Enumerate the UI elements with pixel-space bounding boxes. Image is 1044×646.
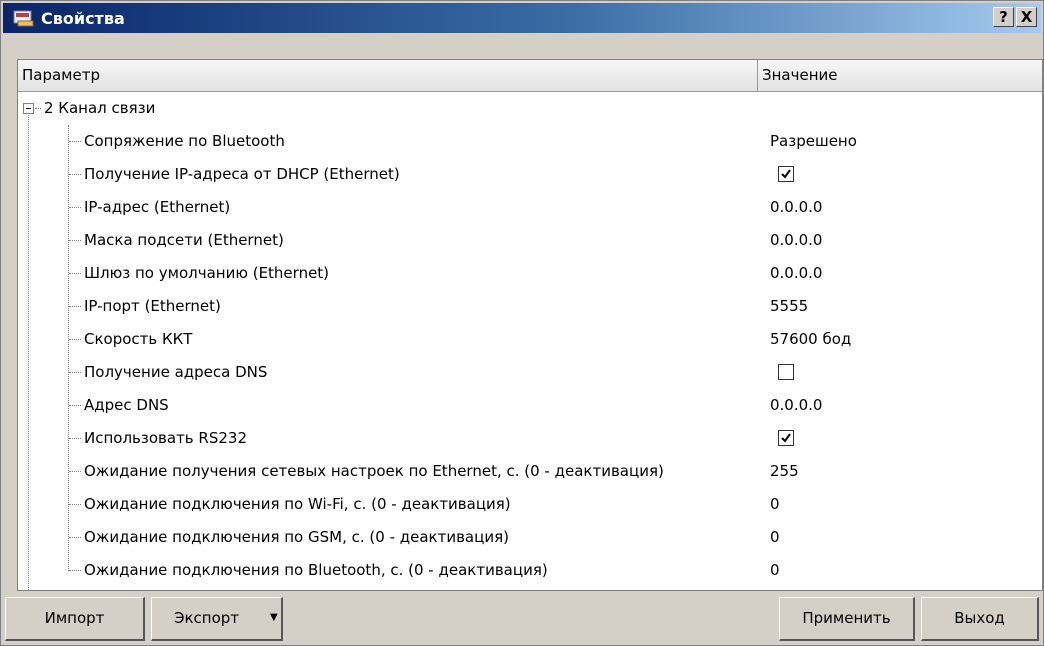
property-row[interactable]: IP-порт (Ethernet) 5555 bbox=[18, 290, 1042, 323]
tree-line bbox=[69, 537, 81, 538]
property-value[interactable]: 0.0.0.0 bbox=[770, 224, 822, 257]
tree-line bbox=[69, 240, 81, 241]
property-checkbox[interactable] bbox=[778, 364, 794, 380]
export-button-label: Экспорт bbox=[174, 609, 240, 627]
tree-line bbox=[69, 141, 81, 142]
property-grid[interactable]: Параметр Значение 2 Канал связи Сопряжен… bbox=[17, 59, 1043, 591]
property-row[interactable]: Ожидание получения сетевых настроек по E… bbox=[18, 455, 1042, 488]
close-button[interactable]: X bbox=[1016, 7, 1037, 27]
property-row[interactable]: IP-адрес (Ethernet) 0.0.0.0 bbox=[18, 191, 1042, 224]
property-label: Использовать RS232 bbox=[84, 429, 247, 447]
property-label: IP-порт (Ethernet) bbox=[84, 297, 221, 315]
property-label: Получение адреса DNS bbox=[84, 363, 268, 381]
property-label: Адрес DNS bbox=[84, 396, 169, 414]
property-row[interactable]: Сопряжение по Bluetooth Разрешено bbox=[18, 125, 1042, 158]
property-row[interactable]: Ожидание подключения по GSM, с. (0 - деа… bbox=[18, 521, 1042, 554]
property-row[interactable]: Шлюз по умолчанию (Ethernet) 0.0.0.0 bbox=[18, 257, 1042, 290]
tree-line bbox=[69, 471, 81, 472]
apply-button[interactable]: Применить bbox=[779, 597, 915, 641]
property-value[interactable]: 0.0.0.0 bbox=[770, 191, 822, 224]
tree-line bbox=[69, 570, 81, 571]
tree-line bbox=[69, 405, 81, 406]
property-row[interactable]: Ожидание подключения по Bluetooth, с. (0… bbox=[18, 554, 1042, 587]
tree-node-root[interactable]: 2 Канал связи bbox=[18, 92, 1042, 125]
title-bar[interactable]: Свойства ? X bbox=[3, 3, 1041, 33]
property-value[interactable]: 0.0.0.0 bbox=[770, 257, 822, 290]
property-value[interactable]: Разрешено bbox=[770, 125, 857, 158]
property-value[interactable]: 57600 бод bbox=[770, 323, 851, 356]
dropdown-arrow-icon: ▼ bbox=[270, 612, 278, 623]
property-row[interactable]: Адрес DNS 0.0.0.0 bbox=[18, 389, 1042, 422]
help-button[interactable]: ? bbox=[993, 7, 1014, 27]
property-row[interactable]: Получение IP-адреса от DHCP (Ethernet) bbox=[18, 158, 1042, 191]
tree-line bbox=[69, 306, 81, 307]
property-value[interactable]: 5555 bbox=[770, 290, 808, 323]
properties-window: Свойства ? X Параметр Значение 2 Канал с… bbox=[0, 0, 1044, 646]
property-label: Ожидание подключения по Bluetooth, с. (0… bbox=[84, 561, 548, 579]
checkmark-icon bbox=[781, 169, 791, 179]
app-icon bbox=[13, 9, 35, 27]
tree-line bbox=[69, 504, 81, 505]
property-value[interactable]: 255 bbox=[770, 455, 799, 488]
exit-button[interactable]: Выход bbox=[921, 597, 1039, 641]
tree-line bbox=[69, 438, 81, 439]
property-label: Получение IP-адреса от DHCP (Ethernet) bbox=[84, 165, 400, 183]
property-value[interactable]: 0 bbox=[770, 488, 780, 521]
column-header-value[interactable]: Значение bbox=[758, 60, 1042, 92]
grid-header: Параметр Значение bbox=[18, 60, 1042, 92]
property-label: Скорость ККТ bbox=[84, 330, 193, 348]
property-label: Ожидание подключения по Wi-Fi, с. (0 - д… bbox=[84, 495, 511, 513]
tree-line bbox=[69, 372, 81, 373]
property-value[interactable]: 0 bbox=[770, 521, 780, 554]
checkmark-icon bbox=[781, 433, 791, 443]
collapse-icon[interactable] bbox=[23, 103, 34, 114]
property-row[interactable]: Маска подсети (Ethernet) 0.0.0.0 bbox=[18, 224, 1042, 257]
property-label: Маска подсети (Ethernet) bbox=[84, 231, 284, 249]
property-checkbox[interactable] bbox=[778, 166, 794, 182]
property-value[interactable]: 0 bbox=[770, 554, 780, 587]
property-label: Сопряжение по Bluetooth bbox=[84, 132, 285, 150]
property-tree: 2 Канал связи Сопряжение по Bluetooth Раз… bbox=[18, 92, 1042, 590]
property-label: Ожидание подключения по GSM, с. (0 - деа… bbox=[84, 528, 509, 546]
property-row[interactable]: Получение адреса DNS bbox=[18, 356, 1042, 389]
property-label: Ожидание получения сетевых настроек по E… bbox=[84, 462, 664, 480]
export-button[interactable]: Экспорт ▼ bbox=[151, 597, 283, 641]
window-title: Свойства bbox=[41, 8, 125, 28]
tree-line bbox=[69, 273, 81, 274]
tree-line bbox=[69, 174, 81, 175]
column-header-param[interactable]: Параметр bbox=[18, 60, 758, 92]
tree-node-label: 2 Канал связи bbox=[44, 99, 156, 117]
tree-line bbox=[69, 207, 81, 208]
property-row[interactable]: Использовать RS232 bbox=[18, 422, 1042, 455]
property-checkbox[interactable] bbox=[778, 430, 794, 446]
import-button[interactable]: Импорт bbox=[5, 597, 145, 641]
tree-line bbox=[35, 108, 41, 109]
property-value[interactable]: 0.0.0.0 bbox=[770, 389, 822, 422]
property-row[interactable]: Скорость ККТ 57600 бод bbox=[18, 323, 1042, 356]
tree-line bbox=[69, 339, 81, 340]
property-row[interactable]: Ожидание подключения по Wi-Fi, с. (0 - д… bbox=[18, 488, 1042, 521]
property-label: IP-адрес (Ethernet) bbox=[84, 198, 231, 216]
property-label: Шлюз по умолчанию (Ethernet) bbox=[84, 264, 330, 282]
